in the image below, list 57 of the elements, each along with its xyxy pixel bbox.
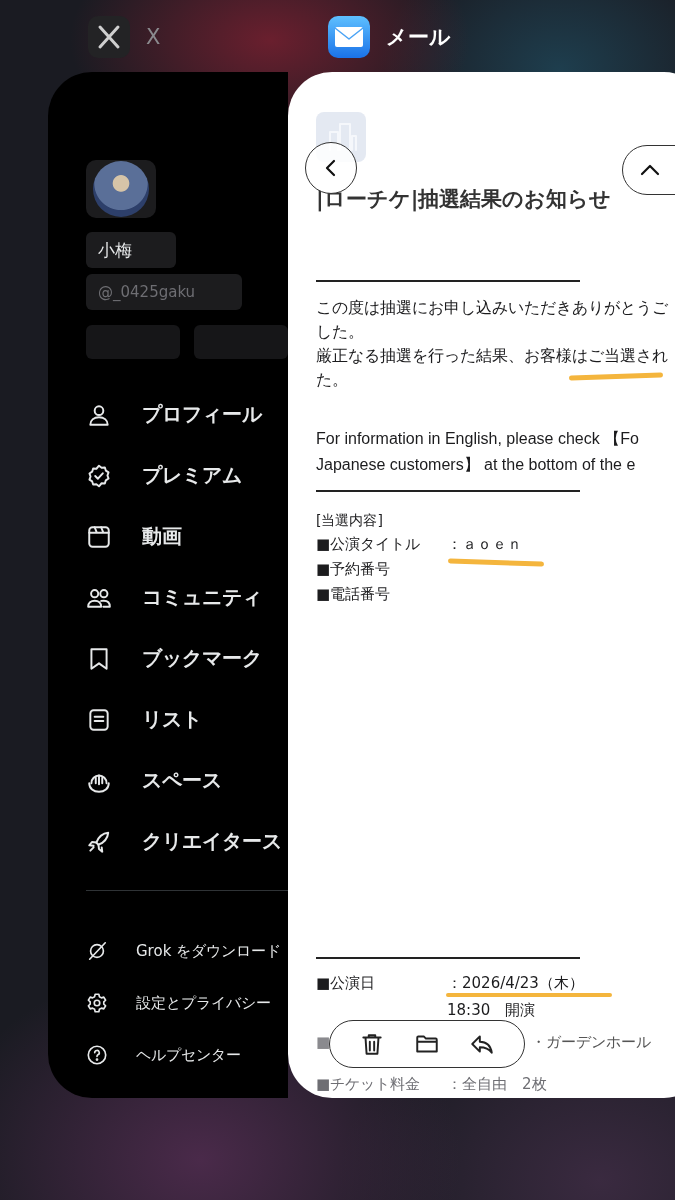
slashed-circle-icon <box>86 940 108 962</box>
field-label: ■チケット料金 <box>316 1074 422 1094</box>
body-text-line: 厳正なる抽選を行った結果、お客様はご当選され <box>316 345 668 367</box>
menu-label: スペース <box>142 767 222 794</box>
app-icon[interactable] <box>88 16 130 58</box>
menu-label: Grok をダウンロード <box>136 941 282 961</box>
menu-item[interactable]: Grok をダウンロード <box>86 925 288 977</box>
field-label: ■公演日 <box>316 973 377 993</box>
menu-item[interactable]: 動画 <box>86 506 288 567</box>
video-frame-icon <box>86 523 112 550</box>
menu-item[interactable]: ブックマーク <box>86 628 288 689</box>
menu-item[interactable]: クリエイタース <box>86 811 288 872</box>
settings-icon <box>86 992 108 1014</box>
field-label: ■予約番号 <box>316 559 392 580</box>
section-heading: [当選内容] <box>316 511 383 530</box>
menu-label: ブックマーク <box>142 645 262 672</box>
app-name: メール <box>386 24 451 51</box>
body-text-line: この度は抽選にお申し込みいただきありがとうご <box>316 297 668 319</box>
field-label: ■ <box>316 1032 331 1052</box>
app-window[interactable] <box>288 72 675 1098</box>
menu-label: プロフィール <box>142 401 262 428</box>
email-subject: |ローチケ|抽選結果のお知らせ <box>316 186 613 214</box>
help-icon <box>86 1044 108 1066</box>
menu-label: リスト <box>142 706 202 733</box>
field-value: ・ガーデンホール <box>531 1032 652 1052</box>
menu-item[interactable]: リスト <box>86 689 288 750</box>
menu-label: プレミアム <box>142 462 242 489</box>
field-value: 18:30 開演 <box>447 1000 536 1020</box>
menu-item[interactable]: プレミアム <box>86 445 288 506</box>
user-handle: @_0425gaku <box>86 274 242 310</box>
body-text-line: した。 <box>316 321 364 343</box>
menu-label: コミュニティ <box>142 584 262 611</box>
display-name: 小梅 <box>86 232 176 268</box>
menu-label: ヘルプセンター <box>136 1045 241 1065</box>
field-value: ：2026/4/23（木） <box>447 973 584 993</box>
field-label: ■電話番号 <box>316 584 392 605</box>
menu-item[interactable]: 設定とプライバシー <box>86 977 288 1029</box>
body-text-line: た。 <box>316 369 348 391</box>
document-list-icon <box>86 706 112 733</box>
badge-check-icon <box>86 462 112 489</box>
field-value: ：全自由 2枚 <box>447 1074 547 1094</box>
avatar-button[interactable] <box>86 160 156 218</box>
menu-label: 動画 <box>142 523 182 550</box>
avatar <box>93 161 149 217</box>
menu-item[interactable]: スペース <box>86 750 288 811</box>
field-value: ：ａｏｅｎ <box>447 534 522 555</box>
menu-label: クリエイタース <box>142 828 282 855</box>
body-text-line: Japanese customers】 at the bottom of the e <box>316 455 636 475</box>
app-icon[interactable] <box>328 16 370 58</box>
app-window[interactable]: 小梅 @_0425gaku プロフィール プレミアム 動画 コミュニティ ブックマーク リスト スペース クリエイタース Grok をダウンロード 設定とプライバシー ヘルプセンター <box>48 72 288 1098</box>
menu-item[interactable]: ヘルプセンター <box>86 1029 288 1081</box>
menu-label: 設定とプライバシー <box>136 993 271 1013</box>
field-label: ■公演タイトル <box>316 534 422 555</box>
body-text-line: For information in English, please check 【Fo <box>316 429 639 449</box>
menu-item[interactable]: コミュニティ <box>86 567 288 628</box>
menu-item[interactable]: プロフィール <box>86 384 288 445</box>
app-name: X <box>146 25 161 49</box>
